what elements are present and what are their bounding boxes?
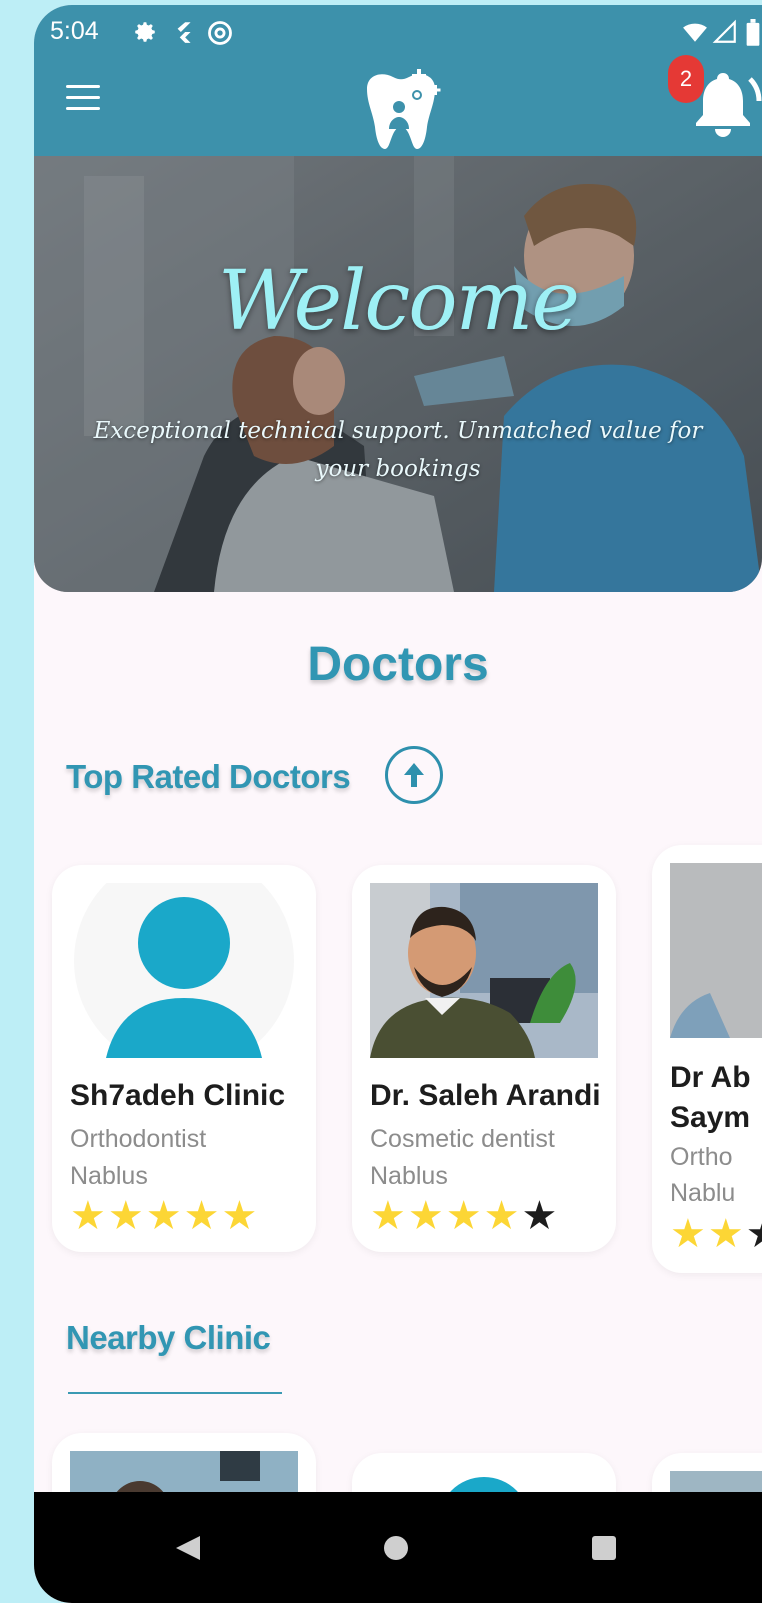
doctor-avatar: [70, 883, 298, 1058]
menu-button[interactable]: [66, 85, 100, 113]
recents-button[interactable]: [574, 1518, 634, 1578]
status-time: 5:04: [50, 17, 99, 45]
welcome-subtitle: Exceptional technical support. Unmatched…: [93, 418, 703, 482]
doctor-city: Nablus: [70, 1162, 148, 1190]
nearby-clinic-heading: Nearby Clinic: [66, 1319, 271, 1356]
home-button[interactable]: [366, 1518, 426, 1578]
system-nav-bar: [34, 1492, 762, 1603]
doctor-name-line1: Dr Ab: [670, 1061, 751, 1094]
rating-stars: ★★★★★: [670, 1211, 762, 1257]
star-filled-icon: ★: [183, 1194, 222, 1238]
star-filled-icon: ★: [483, 1194, 522, 1238]
star-filled-icon: ★: [370, 1194, 408, 1238]
star-filled-icon: ★: [445, 1194, 484, 1238]
back-button[interactable]: [160, 1518, 220, 1578]
top-rated-heading: Top Rated Doctors: [66, 758, 351, 795]
menu-icon: [66, 85, 100, 88]
settings-icon: [135, 22, 155, 42]
person-placeholder-icon: [74, 883, 294, 1058]
notification-badge: 2: [668, 55, 704, 103]
scroll-up-button[interactable]: [385, 746, 443, 804]
welcome-title: Welcome: [218, 254, 580, 349]
doctor-name-line2: Saym: [670, 1101, 751, 1134]
app-screen: 5:04 2 Welcome Exceptional technical sup…: [34, 5, 762, 1603]
doctor-photo: [670, 863, 762, 1038]
star-filled-icon: ★: [145, 1194, 184, 1238]
star-filled-icon: ★: [221, 1194, 260, 1238]
sync-icon: [208, 21, 232, 45]
doctor-name: Sh7adeh Clinic: [70, 1079, 286, 1112]
wifi-icon: [683, 23, 707, 42]
doctor-card[interactable]: Sh7adeh Clinic Orthodontist Nablus ★★★★★: [52, 865, 316, 1252]
app-bar: 5:04 2: [34, 5, 762, 156]
doctor-card[interactable]: Dr. Saleh Arandi Cosmetic dentist Nablus…: [352, 865, 616, 1252]
star-filled-icon: ★: [107, 1194, 146, 1238]
hero-photo: [34, 156, 762, 592]
star-empty-icon: ★: [521, 1194, 560, 1238]
doctor-city: Nablu: [670, 1179, 736, 1207]
doctor-specialty: Ortho: [670, 1143, 733, 1171]
star-empty-icon: ★: [746, 1212, 762, 1256]
star-filled-icon: ★: [707, 1212, 746, 1256]
rating-stars: ★★★★★: [370, 1193, 559, 1239]
hero-banner: Welcome Exceptional technical support. U…: [34, 156, 762, 592]
tooth-logo-icon: [367, 69, 441, 149]
doctors-heading: Doctors: [307, 638, 489, 691]
star-filled-icon: ★: [407, 1194, 446, 1238]
section-underline: [68, 1392, 282, 1394]
doctor-name: Dr. Saleh Arandi: [370, 1079, 601, 1112]
flutter-icon: [177, 22, 191, 43]
rating-stars: ★★★★★: [70, 1193, 259, 1239]
star-filled-icon: ★: [70, 1194, 108, 1238]
doctor-portrait-image: [370, 883, 598, 1058]
battery-icon: [746, 19, 760, 46]
signal-icon: [712, 19, 736, 43]
doctor-portrait-image: [670, 863, 762, 1038]
doctor-specialty: Cosmetic dentist: [370, 1125, 555, 1153]
arrow-up-icon: [404, 763, 424, 787]
doctor-card[interactable]: Dr Ab Saym Ortho Nablu ★★★★★: [652, 845, 762, 1273]
star-filled-icon: ★: [670, 1212, 708, 1256]
status-bar: 5:04: [50, 13, 762, 53]
doctor-city: Nablus: [370, 1162, 448, 1190]
doctor-specialty: Orthodontist: [70, 1125, 207, 1153]
doctor-photo: [370, 883, 598, 1058]
